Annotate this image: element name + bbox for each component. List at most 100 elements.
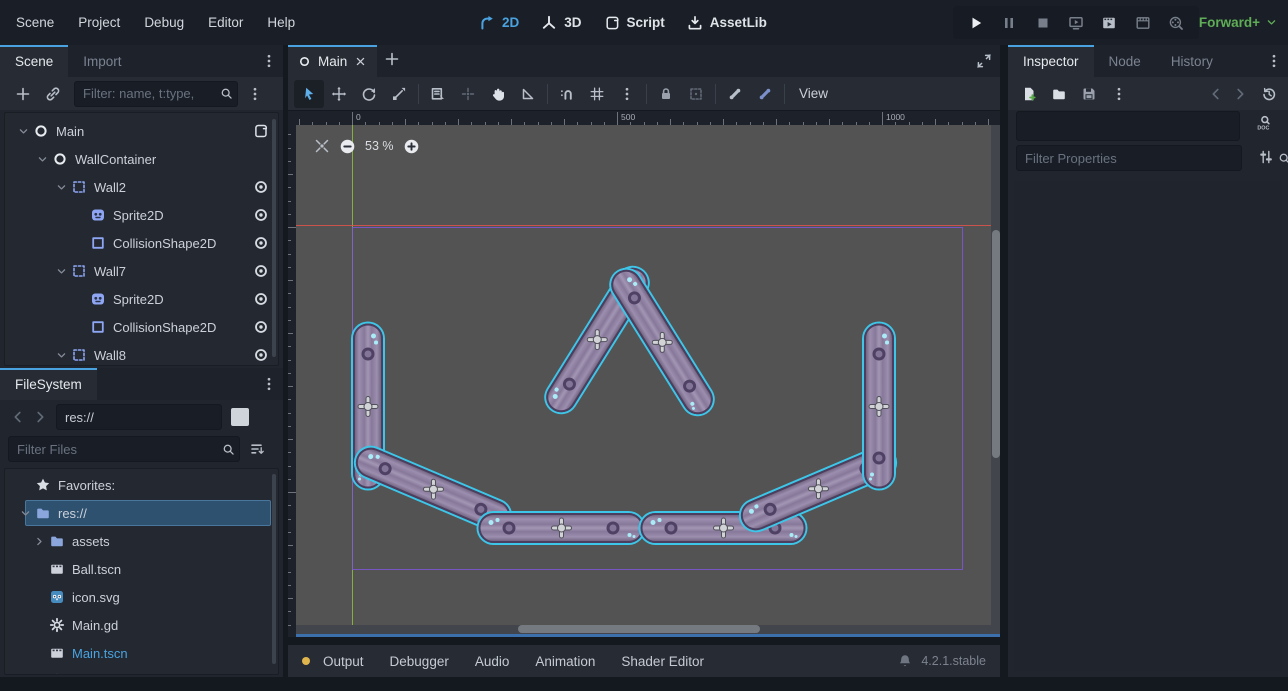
forward-icon[interactable] bbox=[32, 409, 48, 425]
menu-help[interactable]: Help bbox=[255, 0, 307, 45]
position-gizmo[interactable] bbox=[809, 480, 828, 499]
menu-editor[interactable]: Editor bbox=[196, 0, 255, 45]
scene-tree-row-wall7[interactable]: Wall7 bbox=[5, 257, 278, 285]
pause-button[interactable] bbox=[994, 9, 1024, 37]
position-gizmo[interactable] bbox=[424, 480, 443, 499]
menu-debug[interactable]: Debug bbox=[132, 0, 196, 45]
file-tree-row-ball.tscn[interactable]: Ball.tscn bbox=[5, 555, 278, 583]
smart-snap-toggle[interactable] bbox=[552, 80, 582, 108]
file-tree-row-favorites-[interactable]: Favorites: bbox=[5, 471, 278, 499]
view-menu-button[interactable]: View bbox=[789, 80, 838, 108]
select-region-tool[interactable] bbox=[423, 80, 453, 108]
play-scene-button[interactable] bbox=[1061, 9, 1091, 37]
open-scene-tab-main[interactable]: Main bbox=[288, 45, 377, 77]
property-filter-input[interactable] bbox=[1016, 145, 1242, 171]
path-field[interactable] bbox=[56, 404, 222, 430]
visibility-icon[interactable] bbox=[253, 207, 269, 223]
grid-snap-toggle[interactable] bbox=[582, 80, 612, 108]
close-icon[interactable] bbox=[354, 55, 367, 68]
zoom-in-button[interactable] bbox=[403, 138, 420, 155]
scene-tree-row-main[interactable]: Main bbox=[5, 117, 278, 145]
scene-tree-row-sprite2d[interactable]: Sprite2D bbox=[5, 201, 278, 229]
visibility-icon[interactable] bbox=[253, 347, 269, 363]
back-icon[interactable] bbox=[10, 409, 26, 425]
stop-button[interactable] bbox=[1028, 9, 1058, 37]
visibility-icon[interactable] bbox=[253, 179, 269, 195]
tab-filesystem[interactable]: FileSystem bbox=[0, 368, 97, 400]
play-button[interactable] bbox=[961, 9, 991, 37]
scale-tool[interactable] bbox=[384, 80, 414, 108]
file-tree-row-assets[interactable]: assets bbox=[5, 527, 278, 555]
property-filter-options-icon[interactable] bbox=[1258, 149, 1274, 165]
scene-tree-row-collisionshape2d[interactable]: CollisionShape2D bbox=[5, 229, 278, 257]
tab-inspector[interactable]: Inspector bbox=[1008, 45, 1094, 77]
visibility-icon[interactable] bbox=[253, 319, 269, 335]
visibility-icon[interactable] bbox=[253, 263, 269, 279]
load-resource-button[interactable] bbox=[1044, 80, 1074, 108]
lock-button[interactable] bbox=[651, 80, 681, 108]
scene-tree-row-wall8[interactable]: Wall8 bbox=[5, 341, 278, 366]
position-gizmo[interactable] bbox=[714, 519, 733, 538]
sort-files-icon[interactable] bbox=[249, 441, 265, 457]
bottom-tab-shader-editor[interactable]: Shader Editor bbox=[608, 654, 717, 669]
position-gizmo[interactable] bbox=[552, 519, 571, 538]
object-history-button[interactable] bbox=[1254, 80, 1284, 108]
center-view-icon[interactable] bbox=[314, 138, 330, 154]
wall-sprite-3[interactable] bbox=[479, 513, 644, 543]
position-gizmo[interactable] bbox=[653, 333, 672, 352]
history-forward-icon[interactable] bbox=[1232, 86, 1248, 102]
instance-scene-button[interactable] bbox=[38, 80, 68, 108]
visibility-icon[interactable] bbox=[253, 235, 269, 251]
bottom-tab-audio[interactable]: Audio bbox=[462, 654, 523, 669]
file-tree-row-readme.md[interactable]: README.md bbox=[5, 667, 278, 675]
renderer-selector[interactable]: Forward+ bbox=[1199, 0, 1278, 45]
menu-scene[interactable]: Scene bbox=[4, 0, 66, 45]
pivot-tool[interactable] bbox=[453, 80, 483, 108]
bottom-tab-output[interactable]: Output bbox=[310, 654, 377, 669]
workspace-script[interactable]: Script bbox=[604, 15, 665, 31]
bottom-tab-debugger[interactable]: Debugger bbox=[377, 654, 462, 669]
inspector-panel-menu-icon[interactable] bbox=[1266, 53, 1282, 69]
tab-import[interactable]: Import bbox=[68, 45, 136, 77]
play-custom-scene-button[interactable] bbox=[1128, 9, 1158, 37]
snap-options-menu[interactable] bbox=[612, 80, 642, 108]
visibility-icon[interactable] bbox=[253, 291, 269, 307]
play-current-scene-button[interactable] bbox=[1094, 9, 1124, 37]
menu-project[interactable]: Project bbox=[66, 0, 132, 45]
v-scrollbar[interactable] bbox=[992, 230, 1000, 458]
attached-script-icon[interactable] bbox=[253, 123, 269, 139]
file-filter-input[interactable] bbox=[8, 436, 240, 462]
canvas-field[interactable]: 53 % bbox=[296, 125, 1000, 637]
zoom-out-button[interactable] bbox=[339, 138, 356, 155]
toggle-split-mode-button[interactable] bbox=[231, 408, 249, 426]
scene-tree-row-wallcontainer[interactable]: WallContainer bbox=[5, 145, 278, 173]
save-resource-button[interactable] bbox=[1074, 80, 1104, 108]
scene-tree-row-collisionshape2d[interactable]: CollisionShape2D bbox=[5, 313, 278, 341]
scene-tree-row-sprite2d[interactable]: Sprite2D bbox=[5, 285, 278, 313]
bottom-tab-animation[interactable]: Animation bbox=[522, 654, 608, 669]
h-scrollbar[interactable] bbox=[518, 625, 760, 633]
history-back-icon[interactable] bbox=[1208, 86, 1224, 102]
resource-options-menu[interactable] bbox=[1104, 80, 1134, 108]
tab-node[interactable]: Node bbox=[1094, 45, 1156, 77]
pan-tool[interactable] bbox=[483, 80, 513, 108]
scene-tree-row-wall2[interactable]: Wall2 bbox=[5, 173, 278, 201]
file-tree-row-res-[interactable]: res:// bbox=[5, 499, 278, 527]
move-tool[interactable] bbox=[324, 80, 354, 108]
skeleton-options-button[interactable] bbox=[750, 80, 780, 108]
position-gizmo[interactable] bbox=[359, 397, 378, 416]
add-node-button[interactable] bbox=[8, 80, 38, 108]
select-tool[interactable] bbox=[294, 80, 324, 108]
open-docs-icon[interactable]: DOC bbox=[1256, 115, 1272, 131]
tab-history[interactable]: History bbox=[1156, 45, 1228, 77]
scene-toolbar-menu[interactable] bbox=[240, 80, 270, 108]
movie-maker-button[interactable] bbox=[1161, 9, 1191, 37]
zoom-percent[interactable]: 53 % bbox=[365, 139, 394, 153]
skeleton-button[interactable] bbox=[720, 80, 750, 108]
tab-scene[interactable]: Scene bbox=[0, 45, 68, 77]
file-tree-row-main.gd[interactable]: Main.gd bbox=[5, 611, 278, 639]
file-tree-row-main.tscn[interactable]: Main.tscn bbox=[5, 639, 278, 667]
position-gizmo[interactable] bbox=[588, 331, 607, 350]
new-resource-button[interactable] bbox=[1014, 80, 1044, 108]
workspace-2d[interactable]: 2D bbox=[479, 15, 519, 31]
